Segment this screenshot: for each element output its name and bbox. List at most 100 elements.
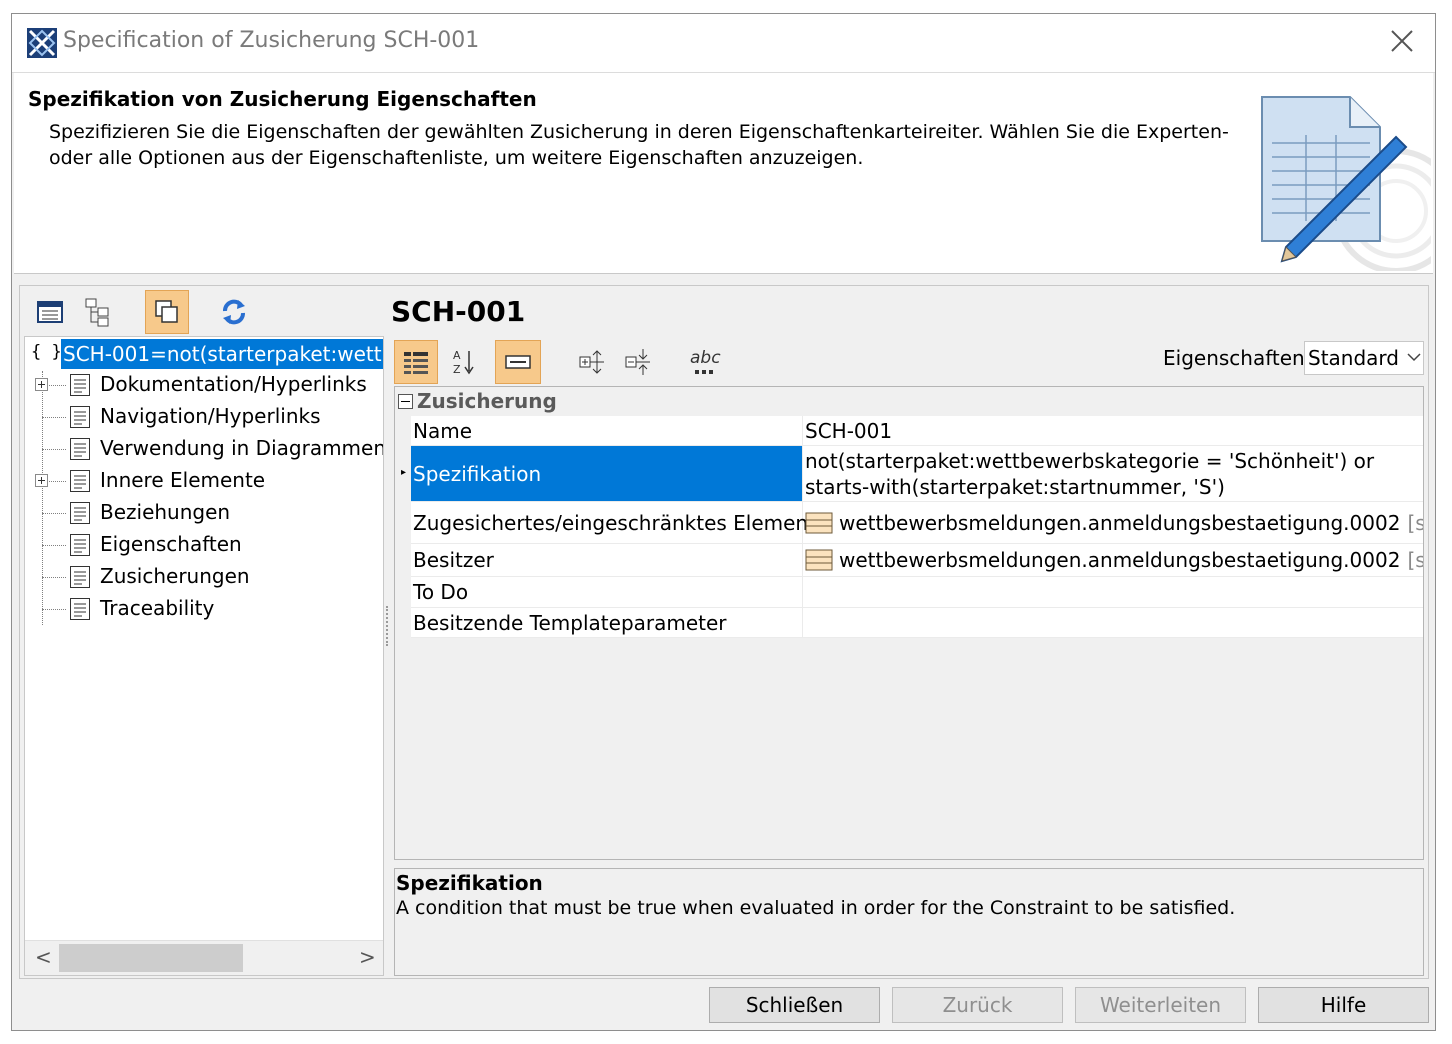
tree-root-label[interactable]: SCH-001=not(starterpaket:wettbewerbskate…	[61, 339, 383, 369]
svg-text:A: A	[453, 349, 461, 362]
refresh-icon	[223, 299, 245, 325]
tree-item-relations[interactable]: Beziehungen	[25, 497, 383, 529]
refresh-button[interactable]	[212, 290, 256, 334]
property-row-constrained-element[interactable]: Zugesichertes/eingeschränktes Element we…	[411, 502, 1423, 544]
expand-icon[interactable]	[35, 474, 48, 487]
categorized-view-button[interactable]	[394, 340, 438, 384]
tree-item-traceability[interactable]: Traceability	[25, 593, 383, 625]
document-icon	[70, 534, 90, 556]
document-icon	[70, 470, 90, 492]
tree-toolbar	[28, 288, 378, 334]
properties-toolbar: A Z abc Eigenschaften: Standard	[394, 338, 1424, 384]
copy-view-button[interactable]	[145, 290, 189, 334]
property-name: To Do	[411, 577, 803, 607]
tree-item-inner-elements[interactable]: Innere Elemente	[25, 465, 383, 497]
tree-item-label: Innere Elemente	[100, 468, 266, 492]
tree-item-label: Navigation/Hyperlinks	[100, 404, 321, 428]
property-value-line: not(starterpaket:wettbewerbskategorie = …	[805, 448, 1375, 473]
scroll-left-icon[interactable]: <	[35, 945, 52, 969]
close-icon[interactable]	[1387, 26, 1417, 56]
document-icon	[70, 502, 90, 524]
app-logo-icon	[27, 28, 57, 58]
tree-item-navigation[interactable]: Navigation/Hyperlinks	[25, 401, 383, 433]
tree-item-usage-in-diagrams[interactable]: Verwendung in Diagrammen	[25, 433, 383, 465]
scrollbar-thumb[interactable]	[59, 944, 243, 972]
tree-item-label: Zusicherungen	[100, 564, 250, 588]
properties-mode-select[interactable]: Standard	[1304, 341, 1424, 375]
chevron-down-icon	[1407, 353, 1421, 362]
description-text: A condition that must be true when evalu…	[396, 897, 1236, 919]
close-button[interactable]: Schließen	[709, 987, 880, 1023]
element-title: SCH-001	[391, 295, 526, 328]
title-bar: Specification of Zusicherung SCH-001	[12, 14, 1435, 73]
property-description-panel: Spezifikation A condition that must be t…	[394, 868, 1424, 976]
property-row-owner[interactable]: Besitzer wettbewerbsmeldungen.anmeldungs…	[411, 544, 1423, 577]
property-name: Name	[411, 416, 803, 445]
property-row-specification[interactable]: Spezifikation not(starterpaket:wettbewer…	[411, 446, 1423, 502]
document-icon	[70, 598, 90, 620]
tree-view-icon	[85, 298, 109, 327]
row-selected-arrow-icon: ▸	[401, 467, 407, 478]
dialog-header: Spezifikation von Zusicherung Eigenschaf…	[14, 73, 1433, 274]
sort-az-icon: A Z	[453, 349, 474, 376]
spellcheck-button[interactable]: abc	[682, 340, 726, 384]
scroll-right-icon[interactable]: >	[359, 945, 376, 969]
collapse-all-button[interactable]	[616, 340, 660, 384]
property-value[interactable]: SCH-001	[805, 416, 1423, 445]
property-row-name[interactable]: Name SCH-001	[411, 416, 1423, 446]
header-title: Spezifikation von Zusicherung Eigenschaf…	[28, 87, 537, 111]
property-row-todo[interactable]: To Do	[411, 577, 1423, 608]
class-element-icon	[805, 549, 833, 571]
main-content: { } SCH-001=not(starterpaket:wettbewerbs…	[19, 285, 1429, 979]
expand-all-icon	[579, 350, 604, 374]
property-value[interactable]	[805, 577, 1423, 607]
document-icon	[70, 374, 90, 396]
expand-all-button[interactable]	[570, 340, 614, 384]
sort-alphabetical-button[interactable]: A Z	[442, 340, 486, 384]
tree-item-constraints[interactable]: Zusicherungen	[25, 561, 383, 593]
property-name: Besitzer	[411, 544, 803, 576]
document-icon	[70, 438, 90, 460]
property-group-header[interactable]: Zusicherung	[395, 387, 1423, 415]
svg-text:Z: Z	[453, 363, 461, 376]
property-value[interactable]: wettbewerbsmeldungen.anmeldungsbestaetig…	[805, 502, 1423, 543]
properties-mode-label: Eigenschaften:	[1163, 346, 1312, 370]
property-value[interactable]	[805, 608, 1423, 637]
element-owner-hint: [starte	[1407, 510, 1423, 535]
property-name: Spezifikation	[411, 446, 803, 501]
tree-view-button[interactable]	[76, 290, 120, 334]
specification-dialog: Specification of Zusicherung SCH-001 Spe…	[11, 13, 1436, 1031]
expand-icon[interactable]	[35, 378, 48, 391]
header-description: Spezifizieren Sie die Eigenschaften der …	[49, 121, 1229, 169]
tree-item-documentation[interactable]: Dokumentation/Hyperlinks	[25, 369, 383, 401]
tree-item-label: Dokumentation/Hyperlinks	[100, 372, 367, 396]
document-icon	[70, 566, 90, 588]
tree-item-label: Verwendung in Diagrammen	[100, 436, 384, 460]
splitter-handle[interactable]	[386, 606, 391, 646]
property-name: Besitzende Templateparameter	[411, 608, 803, 637]
list-view-button[interactable]	[28, 290, 72, 334]
property-row-owning-template-parameter[interactable]: Besitzende Templateparameter	[411, 608, 1423, 638]
help-button[interactable]: Hilfe	[1258, 987, 1429, 1023]
forward-button[interactable]: Weiterleiten	[1075, 987, 1246, 1023]
property-value[interactable]: wettbewerbsmeldungen.anmeldungsbestaetig…	[805, 544, 1423, 576]
element-reference: wettbewerbsmeldungen.anmeldungsbestaetig…	[839, 510, 1401, 535]
compact-view-button[interactable]	[495, 340, 541, 384]
back-button[interactable]: Zurück	[892, 987, 1063, 1023]
horizontal-scrollbar[interactable]: < >	[25, 940, 383, 975]
spellcheck-icon: abc	[684, 344, 724, 380]
copy-icon	[155, 300, 178, 323]
tree-root-item[interactable]: { } SCH-001=not(starterpaket:wettbewerbs…	[25, 337, 383, 369]
list-view-icon	[37, 301, 63, 323]
collapse-icon[interactable]	[398, 394, 413, 409]
description-title: Spezifikation	[396, 871, 543, 895]
navigation-tree: { } SCH-001=not(starterpaket:wettbewerbs…	[24, 336, 384, 976]
property-group-label: Zusicherung	[417, 389, 557, 413]
element-owner-hint: [sta...	[1407, 548, 1423, 572]
property-value[interactable]: not(starterpaket:wettbewerbskategorie = …	[805, 446, 1423, 501]
tree-item-label: Traceability	[100, 596, 215, 620]
collapse-all-icon	[625, 349, 650, 375]
tree-item-properties[interactable]: Eigenschaften	[25, 529, 383, 561]
property-value-line: starts-with(starterpaket:startnummer, 'S…	[805, 474, 1225, 499]
property-name: Zugesichertes/eingeschränktes Element	[411, 502, 816, 543]
